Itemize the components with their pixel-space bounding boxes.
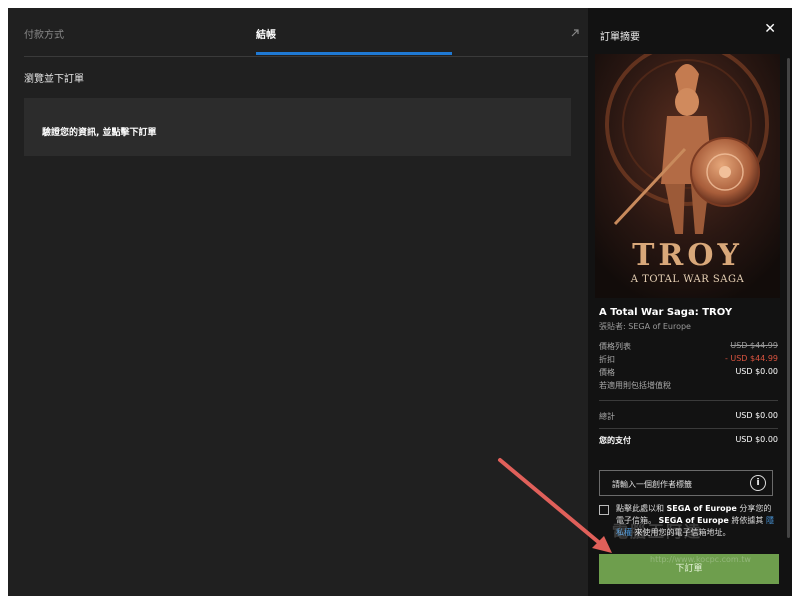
annotation-arrow-icon — [498, 458, 612, 553]
watermark-text: 電腦王阿達 — [612, 522, 703, 541]
watermark-url: http://www.kocpc.com.tw — [650, 555, 751, 564]
